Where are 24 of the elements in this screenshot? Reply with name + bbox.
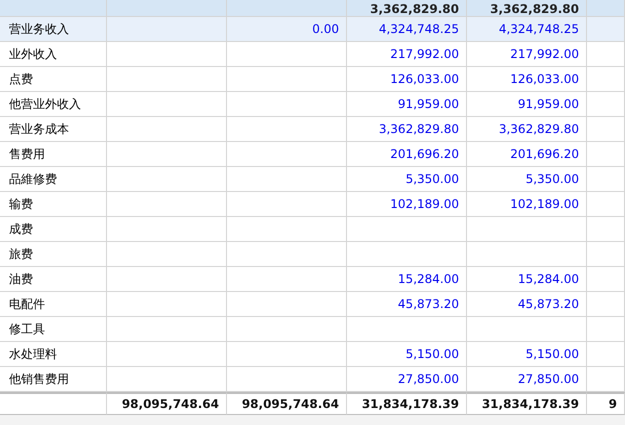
total-cell: 98,095,748.64	[107, 392, 227, 415]
table-row[interactable]: 旅费	[0, 242, 625, 267]
table-row[interactable]: 输费 102,189.00 102,189.00	[0, 192, 625, 217]
total-cell: 31,834,178.39	[347, 392, 467, 415]
table-row[interactable]: 营业务成本 3,362,829.80 3,362,829.80	[0, 117, 625, 142]
table-row[interactable]: 他营业外收入 91,959.00 91,959.00	[0, 92, 625, 117]
table-row[interactable]: 成费	[0, 217, 625, 242]
table-row[interactable]: 电配件 45,873.20 45,873.20	[0, 292, 625, 317]
total-cell: 31,834,178.39	[467, 392, 587, 415]
total-cell: 9	[587, 392, 625, 415]
table-row[interactable]: 售费用 201,696.20 201,696.20	[0, 142, 625, 167]
table-cell: 他销售费用	[0, 367, 107, 392]
table-row[interactable]: 点费 126,033.00 126,033.00	[0, 67, 625, 92]
table-cell: 27,850.00	[467, 367, 587, 392]
table-cell: 27,850.00	[347, 367, 467, 392]
table-row[interactable]: 油费 15,284.00 15,284.00	[0, 267, 625, 292]
table-row[interactable]: 业外收入 217,992.00 217,992.00	[0, 42, 625, 67]
table-row[interactable]: 他销售费用 27,850.00 27,850.00	[0, 367, 625, 392]
table-row[interactable]: 修工具	[0, 317, 625, 342]
table-row[interactable]: 营业务收入 0.00 4,324,748.25 4,324,748.25	[0, 17, 625, 42]
table-row[interactable]: 水处理料 5,150.00 5,150.00	[0, 342, 625, 367]
table-cell	[587, 367, 625, 392]
total-cell: 98,095,748.64	[227, 392, 347, 415]
table-row[interactable]: 品維修费 5,350.00 5,350.00	[0, 167, 625, 192]
